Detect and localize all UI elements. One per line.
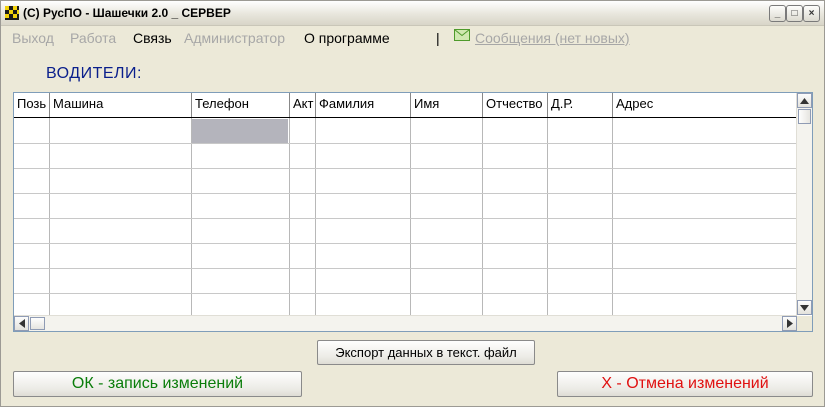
- row-divider: [14, 143, 796, 144]
- row-divider: [14, 193, 796, 194]
- drivers-grid[interactable]: Позь Машина Телефон Акт Фамилия Имя Отче…: [13, 92, 813, 332]
- column-divider: [612, 118, 613, 316]
- column-divider: [49, 118, 50, 316]
- column-divider: [482, 118, 483, 316]
- horizontal-scroll-thumb[interactable]: [30, 317, 45, 330]
- cancel-changes-button[interactable]: Х - Отмена изменений: [557, 371, 813, 397]
- menu-messages[interactable]: Сообщения (нет новых): [475, 30, 630, 46]
- menu-exit[interactable]: Выход: [12, 30, 54, 46]
- column-header-surname[interactable]: Фамилия: [316, 93, 411, 117]
- column-header-car[interactable]: Машина: [50, 93, 192, 117]
- column-header-first-name[interactable]: Имя: [411, 93, 483, 117]
- column-divider: [410, 118, 411, 316]
- app-window: (C) РусПО - Шашечки 2.0 _ СЕРВЕР _ □ × В…: [0, 0, 825, 407]
- title-bar[interactable]: (C) РусПО - Шашечки 2.0 _ СЕРВЕР _ □ ×: [1, 1, 824, 26]
- menu-about[interactable]: О программе: [304, 30, 390, 46]
- menu-separator: |: [436, 30, 440, 46]
- menu-administrator[interactable]: Администратор: [184, 30, 285, 46]
- checkered-flag-icon: [5, 6, 19, 20]
- column-header-address[interactable]: Адрес: [613, 93, 796, 117]
- column-divider: [315, 118, 316, 316]
- vertical-scrollbar[interactable]: [796, 93, 812, 315]
- menu-bar: Выход Работа Связь Администратор О прогр…: [1, 26, 824, 50]
- row-divider: [14, 168, 796, 169]
- grid-header: Позь Машина Телефон Акт Фамилия Имя Отче…: [14, 93, 796, 118]
- scrollbar-corner: [797, 316, 812, 331]
- scroll-left-arrow-icon[interactable]: [14, 316, 29, 331]
- minimize-button[interactable]: _: [769, 5, 786, 22]
- horizontal-scrollbar[interactable]: [14, 315, 797, 331]
- envelope-icon: [454, 29, 470, 41]
- scroll-right-arrow-icon[interactable]: [782, 316, 797, 331]
- scroll-down-arrow-icon[interactable]: [797, 300, 812, 315]
- column-header-birth-date[interactable]: Д.Р.: [548, 93, 613, 117]
- column-divider: [191, 118, 192, 316]
- close-button[interactable]: ×: [803, 5, 820, 22]
- ok-save-button[interactable]: ОК - запись изменений: [13, 371, 302, 397]
- column-header-position[interactable]: Позь: [14, 93, 50, 117]
- vertical-scroll-thumb[interactable]: [798, 109, 811, 124]
- column-divider: [547, 118, 548, 316]
- scroll-up-arrow-icon[interactable]: [797, 93, 812, 108]
- menu-work[interactable]: Работа: [70, 30, 116, 46]
- column-header-patronymic[interactable]: Отчество: [483, 93, 548, 117]
- column-header-active[interactable]: Акт: [290, 93, 316, 117]
- maximize-button[interactable]: □: [786, 5, 803, 22]
- column-divider: [289, 118, 290, 316]
- row-divider: [14, 268, 796, 269]
- column-header-phone[interactable]: Телефон: [192, 93, 290, 117]
- drivers-section-title: ВОДИТЕЛИ:: [46, 65, 142, 82]
- selected-cell-phone[interactable]: [192, 119, 288, 143]
- row-divider: [14, 243, 796, 244]
- row-divider: [14, 293, 796, 294]
- window-title: (C) РусПО - Шашечки 2.0 _ СЕРВЕР: [23, 6, 231, 20]
- row-divider: [14, 218, 796, 219]
- export-button[interactable]: Экспорт данных в текст. файл: [317, 340, 535, 365]
- menu-connection[interactable]: Связь: [133, 30, 172, 46]
